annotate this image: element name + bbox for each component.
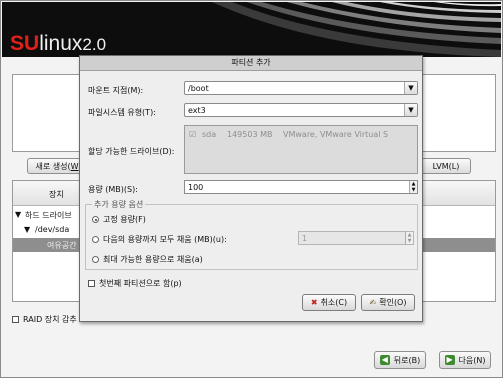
radio-unselected-icon[interactable] (92, 256, 99, 263)
additional-size-options-group: 추가 용량 옵션 고정 용량(F) 다음의 용량까지 모두 채움 (MB)(u)… (85, 199, 418, 270)
checkbox-box[interactable] (88, 280, 95, 287)
tree-row-label: 여유공간 (47, 241, 77, 250)
allowable-drives-label: 할당 가능한 드라이브(D): (88, 147, 175, 156)
cancel-button[interactable]: ✖ 취소(C) (302, 294, 356, 311)
arrow-left-icon: ◀ (379, 355, 390, 365)
tree-column-device: 장치 (49, 190, 64, 199)
expander-icon[interactable]: ▼ (15, 210, 21, 219)
size-value: 100 (188, 183, 204, 192)
drive-model: VMware, VMware Virtual S (283, 130, 389, 139)
installer-window: SUlinux2.0 새로 생성(W LVM(L) 장치 ▼ 하드 드라이브 ▼… (0, 0, 503, 378)
additional-size-options-label: 추가 용량 옵션 (92, 199, 146, 210)
add-partition-dialog: 파티션 추가 마운트 지점(M): /boot ▼ 파일시스템 유형(T): e… (79, 55, 423, 322)
ok-hand-icon: ✍ (369, 298, 377, 307)
dropdown-arrow-icon[interactable]: ▼ (404, 82, 417, 94)
logo-linux: linux (39, 32, 83, 55)
checkbox-checked-icon[interactable]: ☑ (189, 130, 196, 139)
tree-row-label: /dev/sda (35, 225, 70, 234)
lvm-button[interactable]: LVM(L) (421, 158, 471, 174)
fill-to-size-value: 1 (302, 234, 308, 243)
cancel-button-label: 취소(C) (320, 298, 348, 307)
radio-fill-to-size[interactable]: 다음의 용량까지 모두 채움 (MB)(u): (92, 234, 227, 245)
new-partition-button-label: 새로 생성( (35, 161, 71, 171)
back-button[interactable]: ◀ 뒤로(B) (374, 351, 426, 369)
hide-raid-checkbox[interactable]: RAID 장치 감추 (12, 314, 77, 325)
spinner-arrows-icon[interactable]: ▲ ▼ (405, 232, 413, 244)
size-spinner[interactable]: 100 ▲ ▼ (184, 180, 418, 194)
filesystem-type-label: 파일시스템 유형(T): (88, 108, 156, 117)
force-primary-checkbox[interactable]: 첫번째 파티션으로 함(p) (88, 278, 182, 289)
hide-raid-label: RAID 장치 감추 (23, 315, 77, 324)
installer-header: SUlinux2.0 (2, 2, 501, 57)
radio-fill-max[interactable]: 최대 가능한 용량으로 채움(a) (92, 254, 203, 265)
drive-name: sda (202, 130, 217, 139)
tree-row-label: 하드 드라이브 (25, 211, 72, 220)
new-partition-button[interactable]: 새로 생성(W (27, 158, 87, 174)
spinner-arrows-icon[interactable]: ▲ ▼ (409, 181, 417, 193)
dropdown-arrow-icon[interactable]: ▼ (404, 104, 417, 116)
radio-fill-to-size-label: 다음의 용량까지 모두 채움 (MB)(u): (103, 235, 227, 244)
dialog-title: 파티션 추가 (80, 56, 422, 71)
arrow-right-icon: ▶ (444, 355, 455, 365)
radio-fixed-size[interactable]: 고정 용량(F) (92, 214, 146, 225)
back-button-label: 뒤로(B) (393, 355, 421, 365)
size-label: 용량 (MB)(S): (88, 185, 138, 194)
drive-size: 149503 MB (227, 130, 273, 139)
mount-point-combo[interactable]: /boot ▼ (184, 81, 418, 95)
radio-fixed-size-label: 고정 용량(F) (103, 215, 146, 224)
ok-button[interactable]: ✍ 확인(O) (361, 294, 415, 311)
new-partition-button-key: W (70, 161, 79, 171)
mount-point-label: 마운트 지점(M): (88, 86, 144, 95)
radio-selected-icon[interactable] (92, 216, 99, 223)
logo-version: 2.0 (82, 35, 107, 54)
cancel-x-icon: ✖ (310, 298, 318, 307)
sulinux-logo: SUlinux2.0 (10, 32, 106, 56)
next-button-label: 다음(N) (458, 355, 486, 365)
ok-button-label: 확인(O) (379, 298, 407, 307)
force-primary-label: 첫번째 파티션으로 함(p) (99, 279, 182, 288)
checkbox-box[interactable] (12, 316, 19, 323)
logo-su: SU (10, 32, 40, 55)
next-button[interactable]: ▶ 다음(N) (439, 351, 491, 369)
expander-icon[interactable]: ▼ (24, 225, 30, 234)
fill-to-size-spinner[interactable]: 1 ▲ ▼ (298, 231, 414, 245)
mount-point-value: /boot (188, 84, 209, 93)
lvm-button-label: LVM(L) (432, 161, 460, 171)
allowable-drives-list[interactable]: ☑ sda 149503 MB VMware, VMware Virtual S (184, 125, 418, 174)
filesystem-type-value: ext3 (188, 106, 206, 115)
filesystem-type-select[interactable]: ext3 ▼ (184, 103, 418, 117)
radio-fill-max-label: 최대 가능한 용량으로 채움(a) (103, 255, 203, 264)
radio-unselected-icon[interactable] (92, 236, 99, 243)
